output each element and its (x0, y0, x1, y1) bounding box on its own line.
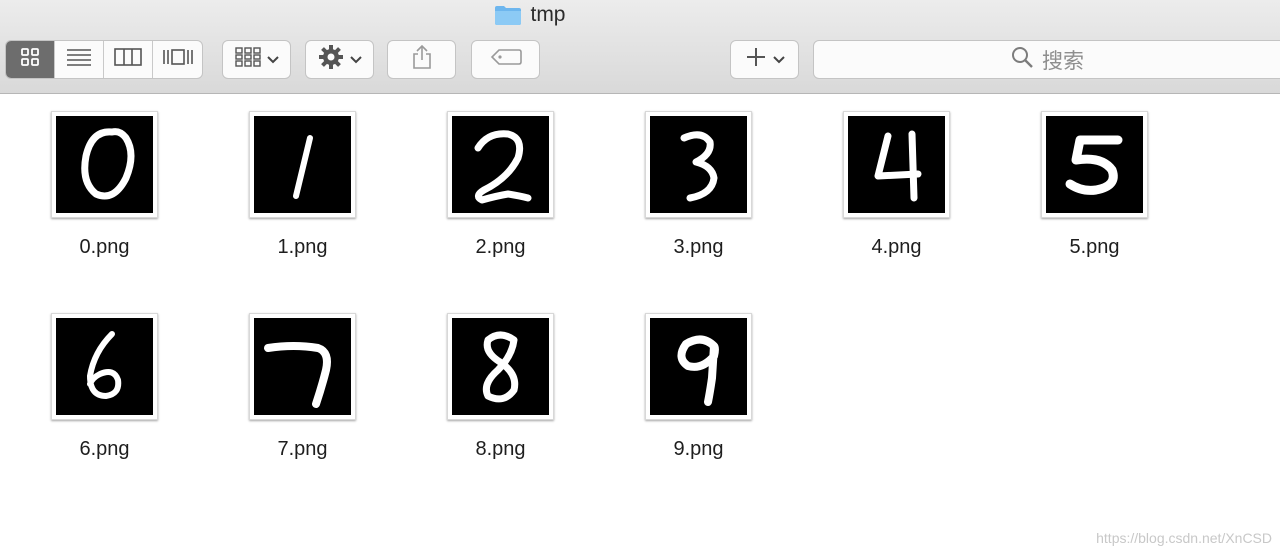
search-field[interactable]: 搜索 (813, 40, 1280, 79)
file-thumbnail (249, 313, 356, 420)
icon-view-button[interactable] (6, 41, 55, 78)
chevron-down-icon (266, 51, 279, 69)
digit-2-image (452, 116, 549, 213)
file-thumbnail (249, 111, 356, 218)
file-item[interactable]: 2.png (423, 93, 573, 263)
file-item[interactable]: 3.png (621, 93, 771, 263)
file-item[interactable]: 7.png (225, 295, 375, 465)
file-name: 4.png (871, 236, 922, 258)
digit-7-image (254, 318, 351, 415)
gear-icon (318, 44, 344, 75)
file-name: 9.png (673, 438, 724, 460)
file-thumbnail (447, 111, 554, 218)
file-thumbnail (51, 313, 158, 420)
tags-button[interactable] (471, 40, 540, 79)
arrange-button[interactable] (222, 40, 291, 79)
file-item[interactable]: 9.png (621, 295, 771, 465)
column-view-button[interactable] (104, 41, 153, 78)
file-name: 3.png (673, 236, 724, 258)
digit-0-image (56, 116, 153, 213)
chevron-down-icon (349, 51, 362, 69)
digit-9-image (650, 318, 747, 415)
digit-1-image (254, 116, 351, 213)
file-name: 6.png (79, 438, 130, 460)
search-placeholder-group: 搜索 (1010, 41, 1084, 78)
digit-8-image (452, 318, 549, 415)
file-item[interactable]: 0.png (27, 93, 177, 263)
file-item[interactable]: 8.png (423, 295, 573, 465)
list-view-button[interactable] (55, 41, 104, 78)
icon-view-icon (20, 47, 40, 72)
file-thumbnail (1041, 111, 1148, 218)
chevron-down-icon (772, 51, 785, 69)
file-item[interactable]: 4.png (819, 93, 969, 263)
file-thumbnail (645, 313, 752, 420)
cover-flow-icon (162, 47, 194, 72)
list-view-icon (66, 47, 92, 72)
file-item[interactable]: 5.png (1017, 93, 1167, 263)
window-title-bar: tmp (0, 3, 1060, 27)
search-icon (1010, 45, 1034, 74)
digit-5-image (1046, 116, 1143, 213)
finder-toolbar: tmp 搜索 (0, 0, 1280, 94)
watermark-text: https://blog.csdn.net/XnCSD (1096, 530, 1272, 546)
file-name: 8.png (475, 438, 526, 460)
file-thumbnail (447, 313, 554, 420)
view-mode-selector[interactable] (5, 40, 203, 79)
file-thumbnail (843, 111, 950, 218)
arrange-grid-icon (234, 46, 261, 73)
tag-icon (490, 48, 522, 71)
digit-4-image (848, 116, 945, 213)
window-title: tmp (530, 3, 566, 26)
file-name: 1.png (277, 236, 328, 258)
file-thumbnail (645, 111, 752, 218)
share-button[interactable] (387, 40, 456, 79)
share-icon (411, 44, 433, 75)
plus-icon (745, 46, 767, 73)
file-name: 5.png (1069, 236, 1120, 258)
digit-3-image (650, 116, 747, 213)
digit-6-image (56, 318, 153, 415)
add-button[interactable] (730, 40, 799, 79)
cover-flow-button[interactable] (153, 41, 202, 78)
file-name: 2.png (475, 236, 526, 258)
file-name: 0.png (79, 236, 130, 258)
file-name: 7.png (277, 438, 328, 460)
file-item[interactable]: 6.png (27, 295, 177, 465)
file-thumbnail (51, 111, 158, 218)
action-button[interactable] (305, 40, 374, 79)
folder-icon (494, 4, 522, 26)
file-item[interactable]: 1.png (225, 93, 375, 263)
file-grid: 0.png 1.png 2.png 3.png 4.png 5.png 6.pn… (0, 93, 1280, 555)
search-placeholder: 搜索 (1042, 49, 1084, 73)
column-view-icon (114, 47, 142, 72)
